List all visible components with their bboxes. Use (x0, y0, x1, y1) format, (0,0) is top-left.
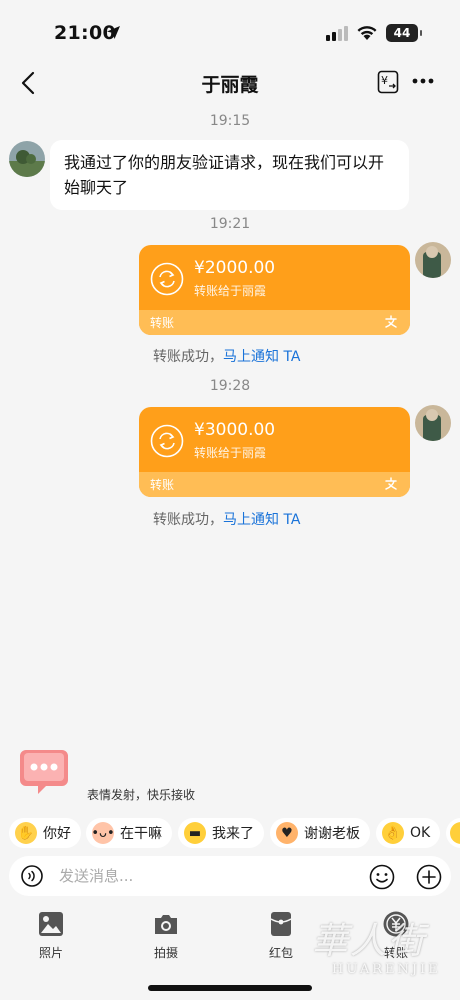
message-input-bar (9, 856, 451, 896)
transfer-card-footer: 转账 (139, 472, 410, 497)
transfer-status: 转账成功，马上通知 TA (153, 346, 301, 366)
toolbar-red-packet[interactable]: 红包 (251, 910, 311, 961)
transfer-description: 转账给于丽霞 (194, 446, 267, 460)
alipay-icon (385, 477, 397, 490)
exchange-icon (150, 424, 184, 458)
toolbar-label: 红包 (268, 946, 293, 960)
emoji-chip-partial[interactable] (446, 818, 460, 848)
transfer-description: 转账给于丽霞 (194, 284, 267, 298)
transfer-amount: ¥2000.00 (194, 258, 276, 278)
chat-header: 于丽霞 ¥ (0, 60, 460, 106)
plus-icon[interactable] (416, 864, 442, 890)
photo-icon (39, 912, 63, 936)
emoji-chip-im-here[interactable]: ▬ 我来了 (178, 818, 264, 848)
my-avatar[interactable] (415, 242, 451, 278)
message-input[interactable] (59, 864, 349, 888)
emoji-chip-ok[interactable]: 👌 OK (376, 818, 441, 848)
cute-face-emoji-icon: •ᴗ• (91, 822, 115, 844)
transfer-icon-glyph: ¥ (381, 74, 388, 87)
toolbar-camera[interactable]: 拍摄 (136, 910, 196, 961)
watermark: 華人街 HUARENJIE (312, 921, 441, 978)
more-icon[interactable] (412, 78, 434, 84)
message-timestamp: 19:28 (209, 378, 251, 394)
transfer-status-text: 转账成功， (153, 512, 223, 528)
notify-link[interactable]: 马上通知 TA (223, 349, 301, 365)
watermark-subtext: HUARENJIE (332, 962, 441, 977)
notify-link[interactable]: 马上通知 TA (223, 512, 301, 528)
transfer-card[interactable]: ¥2000.00 转账给于丽霞 转账 (139, 245, 410, 335)
voice-icon[interactable] (21, 865, 43, 887)
transfer-status: 转账成功，马上通知 TA (153, 509, 301, 529)
watermark-text: 華人街 (312, 921, 427, 962)
thanks-emoji-icon: ♥ (276, 822, 298, 844)
contact-avatar[interactable] (9, 141, 45, 177)
chip-label: 在干嘛 (120, 826, 162, 842)
emoji-launcher-icon[interactable] (18, 744, 70, 796)
home-indicator (148, 985, 312, 991)
message-bubble-greeting[interactable]: 我通过了你的朋友验证请求，现在我们可以开始聊天了 (50, 140, 409, 210)
toolbar-label: 照片 (38, 946, 63, 960)
transfer-label: 转账 (150, 316, 175, 330)
transfer-status-text: 转账成功， (153, 349, 223, 365)
my-avatar[interactable] (415, 405, 451, 441)
status-bar: 21:00 44 (0, 0, 460, 64)
emoji-icon[interactable] (369, 864, 395, 890)
emoji-chip-what-doing[interactable]: •ᴗ• 在干嘛 (86, 818, 172, 848)
ok-emoji-icon: 👌 (382, 822, 404, 844)
chip-label: 我来了 (212, 826, 254, 842)
emoji-caption: 表情发射，快乐接收 (87, 788, 196, 802)
exchange-icon (150, 262, 184, 296)
red-packet-icon (270, 912, 292, 936)
chip-label: 你好 (43, 826, 71, 842)
transfer-icon[interactable]: ¥ (377, 70, 399, 94)
message-timestamp: 19:21 (209, 216, 251, 232)
chip-label: OK (410, 825, 431, 841)
transfer-card[interactable]: ¥3000.00 转账给于丽霞 转账 (139, 407, 410, 497)
message-timestamp: 19:15 (209, 113, 251, 129)
emoji-chip-icon (450, 822, 460, 844)
transfer-label: 转账 (150, 478, 175, 492)
transfer-amount: ¥3000.00 (194, 420, 276, 440)
sunglasses-emoji-icon: ▬ (184, 822, 206, 844)
camera-icon (155, 915, 177, 934)
toolbar-label: 拍摄 (153, 946, 178, 960)
transfer-card-footer: 转账 (139, 310, 410, 335)
wave-emoji-icon: ✋ (15, 822, 37, 844)
alipay-icon (385, 315, 397, 328)
chip-label: 谢谢老板 (304, 826, 360, 842)
signal-icon (326, 26, 348, 41)
toolbar-photo[interactable]: 照片 (21, 910, 81, 961)
wifi-icon (357, 26, 377, 40)
emoji-chip-hello[interactable]: ✋ 你好 (9, 818, 81, 848)
location-arrow-icon (107, 26, 120, 39)
battery-indicator: 44 (386, 24, 422, 42)
emoji-chip-thanks-boss[interactable]: ♥ 谢谢老板 (270, 818, 370, 848)
